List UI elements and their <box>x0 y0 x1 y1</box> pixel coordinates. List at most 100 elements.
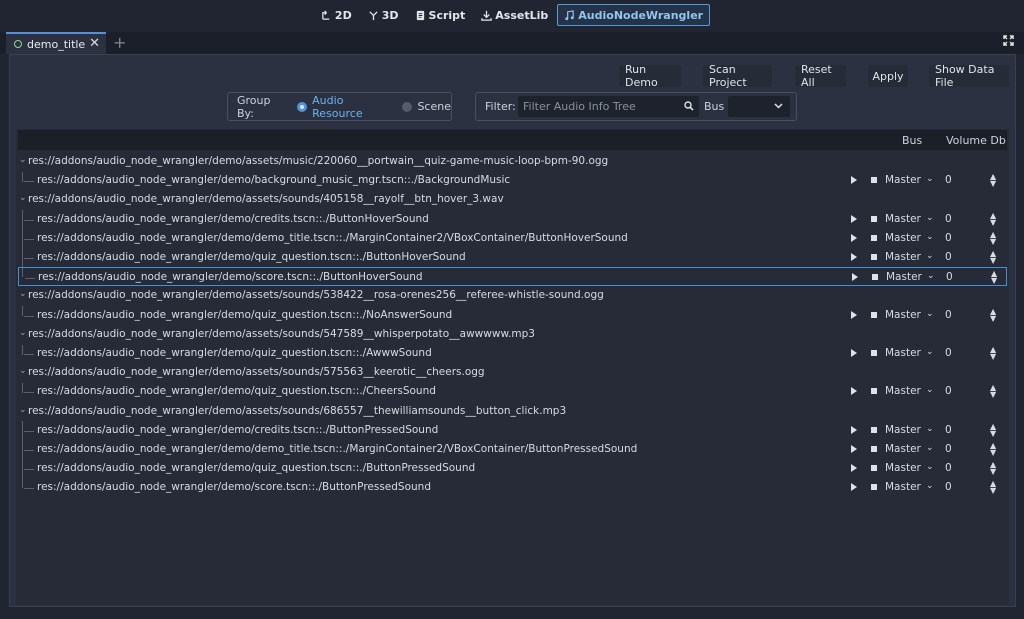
tree-resource-row[interactable]: ⌄ res://addons/audio_node_wrangler/demo/a… <box>18 190 1007 209</box>
tree-node-row[interactable]: res://addons/audio_node_wrangler/demo/qu… <box>18 344 1007 363</box>
3d-button[interactable]: 3D <box>361 4 406 26</box>
spinner-arrows-icon[interactable]: ▲ ▼ <box>990 173 996 188</box>
play-icon[interactable] <box>851 310 857 319</box>
volume-db-value[interactable]: 0 <box>945 232 952 244</box>
tree-resource-row[interactable]: ⌄ res://addons/audio_node_wrangler/demo/a… <box>18 286 1007 305</box>
spinner-arrows-icon[interactable]: ▲ ▼ <box>990 307 996 322</box>
spinner-arrows-icon[interactable]: ▲ ▼ <box>990 384 996 399</box>
bus-select[interactable]: Master <box>886 271 922 283</box>
tree-node-row[interactable]: res://addons/audio_node_wrangler/demo/cr… <box>18 421 1007 440</box>
bus-select[interactable]: Master <box>885 174 921 186</box>
stop-icon[interactable] <box>871 426 877 433</box>
stop-icon[interactable] <box>871 388 877 395</box>
audio-node-wrangler-button[interactable]: AudioNodeWrangler <box>557 4 711 26</box>
scan-project-button[interactable]: Scan Project <box>703 63 772 89</box>
bus-filter-dropdown[interactable] <box>728 96 790 117</box>
collapse-arrow-icon[interactable]: ⌄ <box>19 366 27 376</box>
bus-select[interactable]: Master <box>885 309 921 321</box>
stop-icon[interactable] <box>871 215 877 222</box>
show-data-file-button[interactable]: Show Data File <box>929 63 1009 89</box>
play-icon[interactable] <box>851 253 857 261</box>
volume-db-value[interactable]: 0 <box>945 443 952 455</box>
volume-db-value[interactable]: 0 <box>945 424 952 436</box>
tree-node-row[interactable]: res://addons/audio_node_wrangler/demo/sc… <box>18 267 1007 287</box>
play-icon[interactable] <box>851 483 857 492</box>
stop-icon[interactable] <box>871 177 877 184</box>
play-icon[interactable] <box>851 214 857 223</box>
script-button[interactable]: Script <box>408 4 473 26</box>
assetlib-button[interactable]: AssetLib <box>474 4 555 26</box>
volume-db-value[interactable]: 0 <box>945 213 952 225</box>
bus-select[interactable]: Master <box>885 347 921 359</box>
tree-node-row[interactable]: res://addons/audio_node_wrangler/demo/qu… <box>18 459 1007 478</box>
tab-demo-title[interactable]: demo_title ✕ <box>6 32 106 54</box>
stop-icon[interactable] <box>871 484 877 491</box>
audio-info-tree[interactable]: Bus Volume Db ⌄ res://addons/audio_node_w… <box>16 129 1009 605</box>
close-icon[interactable]: ✕ <box>89 36 100 51</box>
spinner-arrows-icon[interactable]: ▲ ▼ <box>990 211 996 226</box>
tree-resource-row[interactable]: ⌄ res://addons/audio_node_wrangler/demo/a… <box>18 152 1007 171</box>
spinner-arrows-icon[interactable]: ▲ ▼ <box>991 270 997 285</box>
apply-button[interactable]: Apply <box>868 65 908 87</box>
volume-db-value[interactable]: 0 <box>945 174 952 186</box>
bus-select[interactable]: Master <box>885 213 921 225</box>
play-icon[interactable] <box>851 349 857 357</box>
spinner-arrows-icon[interactable]: ▲ ▼ <box>990 480 996 495</box>
play-icon[interactable] <box>851 387 857 396</box>
bus-select[interactable]: Master <box>885 232 921 244</box>
radio-scene[interactable]: Scene <box>402 100 451 113</box>
tree-node-row[interactable]: res://addons/audio_node_wrangler/demo/de… <box>18 229 1007 248</box>
distraction-free-icon[interactable] <box>1003 35 1014 46</box>
stop-icon[interactable] <box>871 446 877 452</box>
spinner-arrows-icon[interactable]: ▲ ▼ <box>990 422 996 437</box>
tree-node-row[interactable]: res://addons/audio_node_wrangler/demo/cr… <box>18 210 1007 229</box>
tree-node-row[interactable]: res://addons/audio_node_wrangler/demo/qu… <box>18 248 1007 267</box>
tree-node-row[interactable]: res://addons/audio_node_wrangler/demo/qu… <box>18 306 1007 325</box>
volume-db-value[interactable]: 0 <box>946 271 953 283</box>
stop-icon[interactable] <box>871 234 877 241</box>
collapse-arrow-icon[interactable]: ⌄ <box>19 289 27 299</box>
2d-button[interactable]: 2D <box>314 4 359 26</box>
bus-select[interactable]: Master <box>885 424 921 436</box>
stop-icon[interactable] <box>871 350 877 356</box>
spinner-arrows-icon[interactable]: ▲ ▼ <box>990 230 996 245</box>
bus-select[interactable]: Master <box>885 385 921 397</box>
tree-resource-row[interactable]: ⌄ res://addons/audio_node_wrangler/demo/a… <box>18 363 1007 382</box>
bus-select[interactable]: Master <box>885 443 921 455</box>
play-icon[interactable] <box>852 273 858 282</box>
tree-node-row[interactable]: res://addons/audio_node_wrangler/demo/de… <box>18 440 1007 459</box>
volume-db-value[interactable]: 0 <box>945 462 952 474</box>
stop-icon[interactable] <box>871 254 877 260</box>
play-icon[interactable] <box>851 425 857 434</box>
volume-db-value[interactable]: 0 <box>945 481 952 493</box>
tree-node-row[interactable]: res://addons/audio_node_wrangler/demo/ba… <box>18 171 1007 190</box>
volume-db-value[interactable]: 0 <box>945 309 952 321</box>
volume-db-value[interactable]: 0 <box>945 385 952 397</box>
play-icon[interactable] <box>851 464 857 473</box>
collapse-arrow-icon[interactable]: ⌄ <box>19 193 27 203</box>
collapse-arrow-icon[interactable]: ⌄ <box>19 405 27 415</box>
spinner-arrows-icon[interactable]: ▲ ▼ <box>990 461 996 476</box>
tree-resource-row[interactable]: ⌄ res://addons/audio_node_wrangler/demo/a… <box>18 325 1007 344</box>
volume-db-value[interactable]: 0 <box>945 251 952 263</box>
play-icon[interactable] <box>851 445 857 453</box>
bus-select[interactable]: Master <box>885 481 921 493</box>
reset-all-button[interactable]: Reset All <box>795 63 846 89</box>
spinner-arrows-icon[interactable]: ▲ ▼ <box>990 346 996 361</box>
filter-input[interactable]: Filter Audio Info Tree <box>518 96 699 117</box>
radio-audio-resource[interactable]: Audio Resource <box>297 94 394 120</box>
play-icon[interactable] <box>851 176 857 185</box>
tree-node-row[interactable]: res://addons/audio_node_wrangler/demo/qu… <box>18 382 1007 401</box>
tree-node-row[interactable]: res://addons/audio_node_wrangler/demo/sc… <box>18 478 1007 497</box>
collapse-arrow-icon[interactable]: ⌄ <box>19 155 27 165</box>
spinner-arrows-icon[interactable]: ▲ ▼ <box>990 250 996 265</box>
tree-resource-row[interactable]: ⌄ res://addons/audio_node_wrangler/demo/a… <box>18 402 1007 421</box>
run-demo-button[interactable]: Run Demo <box>619 63 681 89</box>
bus-select[interactable]: Master <box>885 462 921 474</box>
add-tab-icon[interactable]: + <box>113 33 126 52</box>
stop-icon[interactable] <box>871 311 877 318</box>
volume-db-value[interactable]: 0 <box>945 347 952 359</box>
collapse-arrow-icon[interactable]: ⌄ <box>19 328 27 338</box>
stop-icon[interactable] <box>872 274 878 281</box>
bus-select[interactable]: Master <box>885 251 921 263</box>
